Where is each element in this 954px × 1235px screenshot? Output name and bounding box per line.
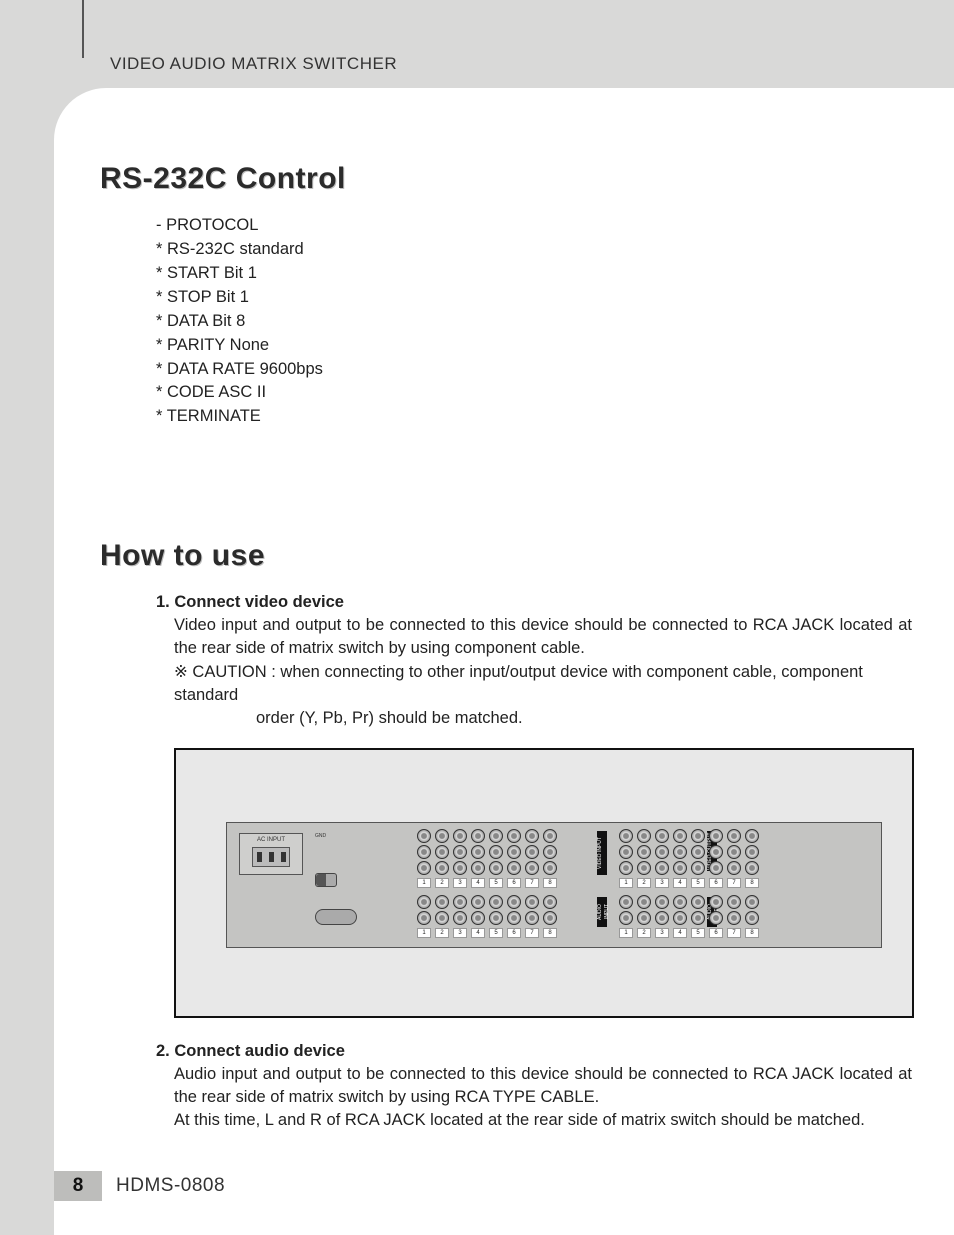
page-number-badge: 8 [54, 1171, 102, 1201]
channel-numbers: 12345678 [417, 928, 557, 938]
video-output-jacks: 12345678 [619, 829, 759, 888]
howto-content: 1. Connect video device Video input and … [156, 591, 912, 1132]
device-rear-panel: AC INPUT GND VIDEO INPUT VIDEO OUTPUT AU… [226, 822, 882, 948]
page-footer: 8 HDMS-0808 [54, 1171, 225, 1201]
step2-heading: 2. Connect audio device [156, 1040, 912, 1063]
page-content: RS-232C Control - PROTOCOL * RS-232C sta… [54, 88, 954, 1235]
rs232-port-icon [315, 909, 357, 925]
audio-input-label: AUDIO INPUT [597, 897, 607, 927]
protocol-line: - PROTOCOL [156, 214, 912, 238]
power-switch-icon [315, 873, 337, 887]
step1-heading: 1. Connect video device [156, 591, 912, 614]
step2-body-line1: Audio input and output to be connected t… [174, 1063, 912, 1109]
protocol-line: * STOP Bit 1 [156, 286, 912, 310]
step1-caution-line1: ※ CAUTION : when connecting to other inp… [174, 661, 912, 707]
video-input-label: VIDEO INPUT [597, 831, 607, 875]
ac-plug-icon [252, 847, 290, 867]
protocol-line: * TERMINATE [156, 405, 912, 429]
model-number: HDMS-0808 [116, 1175, 225, 1197]
header-product-line: VIDEO AUDIO MATRIX SWITCHER [110, 54, 397, 74]
channel-numbers: 12345678 [417, 878, 557, 888]
step1-caution-line2: order (Y, Pb, Pr) should be matched. [256, 707, 912, 730]
channel-numbers: 12345678 [619, 878, 759, 888]
protocol-line: * START Bit 1 [156, 262, 912, 286]
protocol-line: * DATA RATE 9600bps [156, 358, 912, 382]
protocol-list: - PROTOCOL * RS-232C standard * START Bi… [156, 214, 912, 429]
protocol-line: * RS-232C standard [156, 238, 912, 262]
header-divider [82, 0, 84, 58]
step1-body: Video input and output to be connected t… [174, 614, 912, 660]
channel-numbers: 12345678 [619, 928, 759, 938]
protocol-line: * DATA Bit 8 [156, 310, 912, 334]
audio-output-jacks: 12345678 [619, 895, 759, 938]
video-input-jacks: 12345678 [417, 829, 557, 888]
audio-input-jacks: 12345678 [417, 895, 557, 938]
ac-input-block: AC INPUT [239, 833, 303, 875]
dc-label: GND [315, 833, 326, 840]
section-howto-title: How to use [100, 539, 912, 573]
protocol-line: * PARITY None [156, 334, 912, 358]
step2-body-line2: At this time, L and R of RCA JACK locate… [174, 1109, 912, 1132]
section-rs232c-title: RS-232C Control [100, 162, 912, 196]
rear-panel-diagram: AC INPUT GND VIDEO INPUT VIDEO OUTPUT AU… [174, 748, 914, 1018]
protocol-line: * CODE ASC II [156, 381, 912, 405]
ac-input-label: AC INPUT [257, 837, 285, 843]
